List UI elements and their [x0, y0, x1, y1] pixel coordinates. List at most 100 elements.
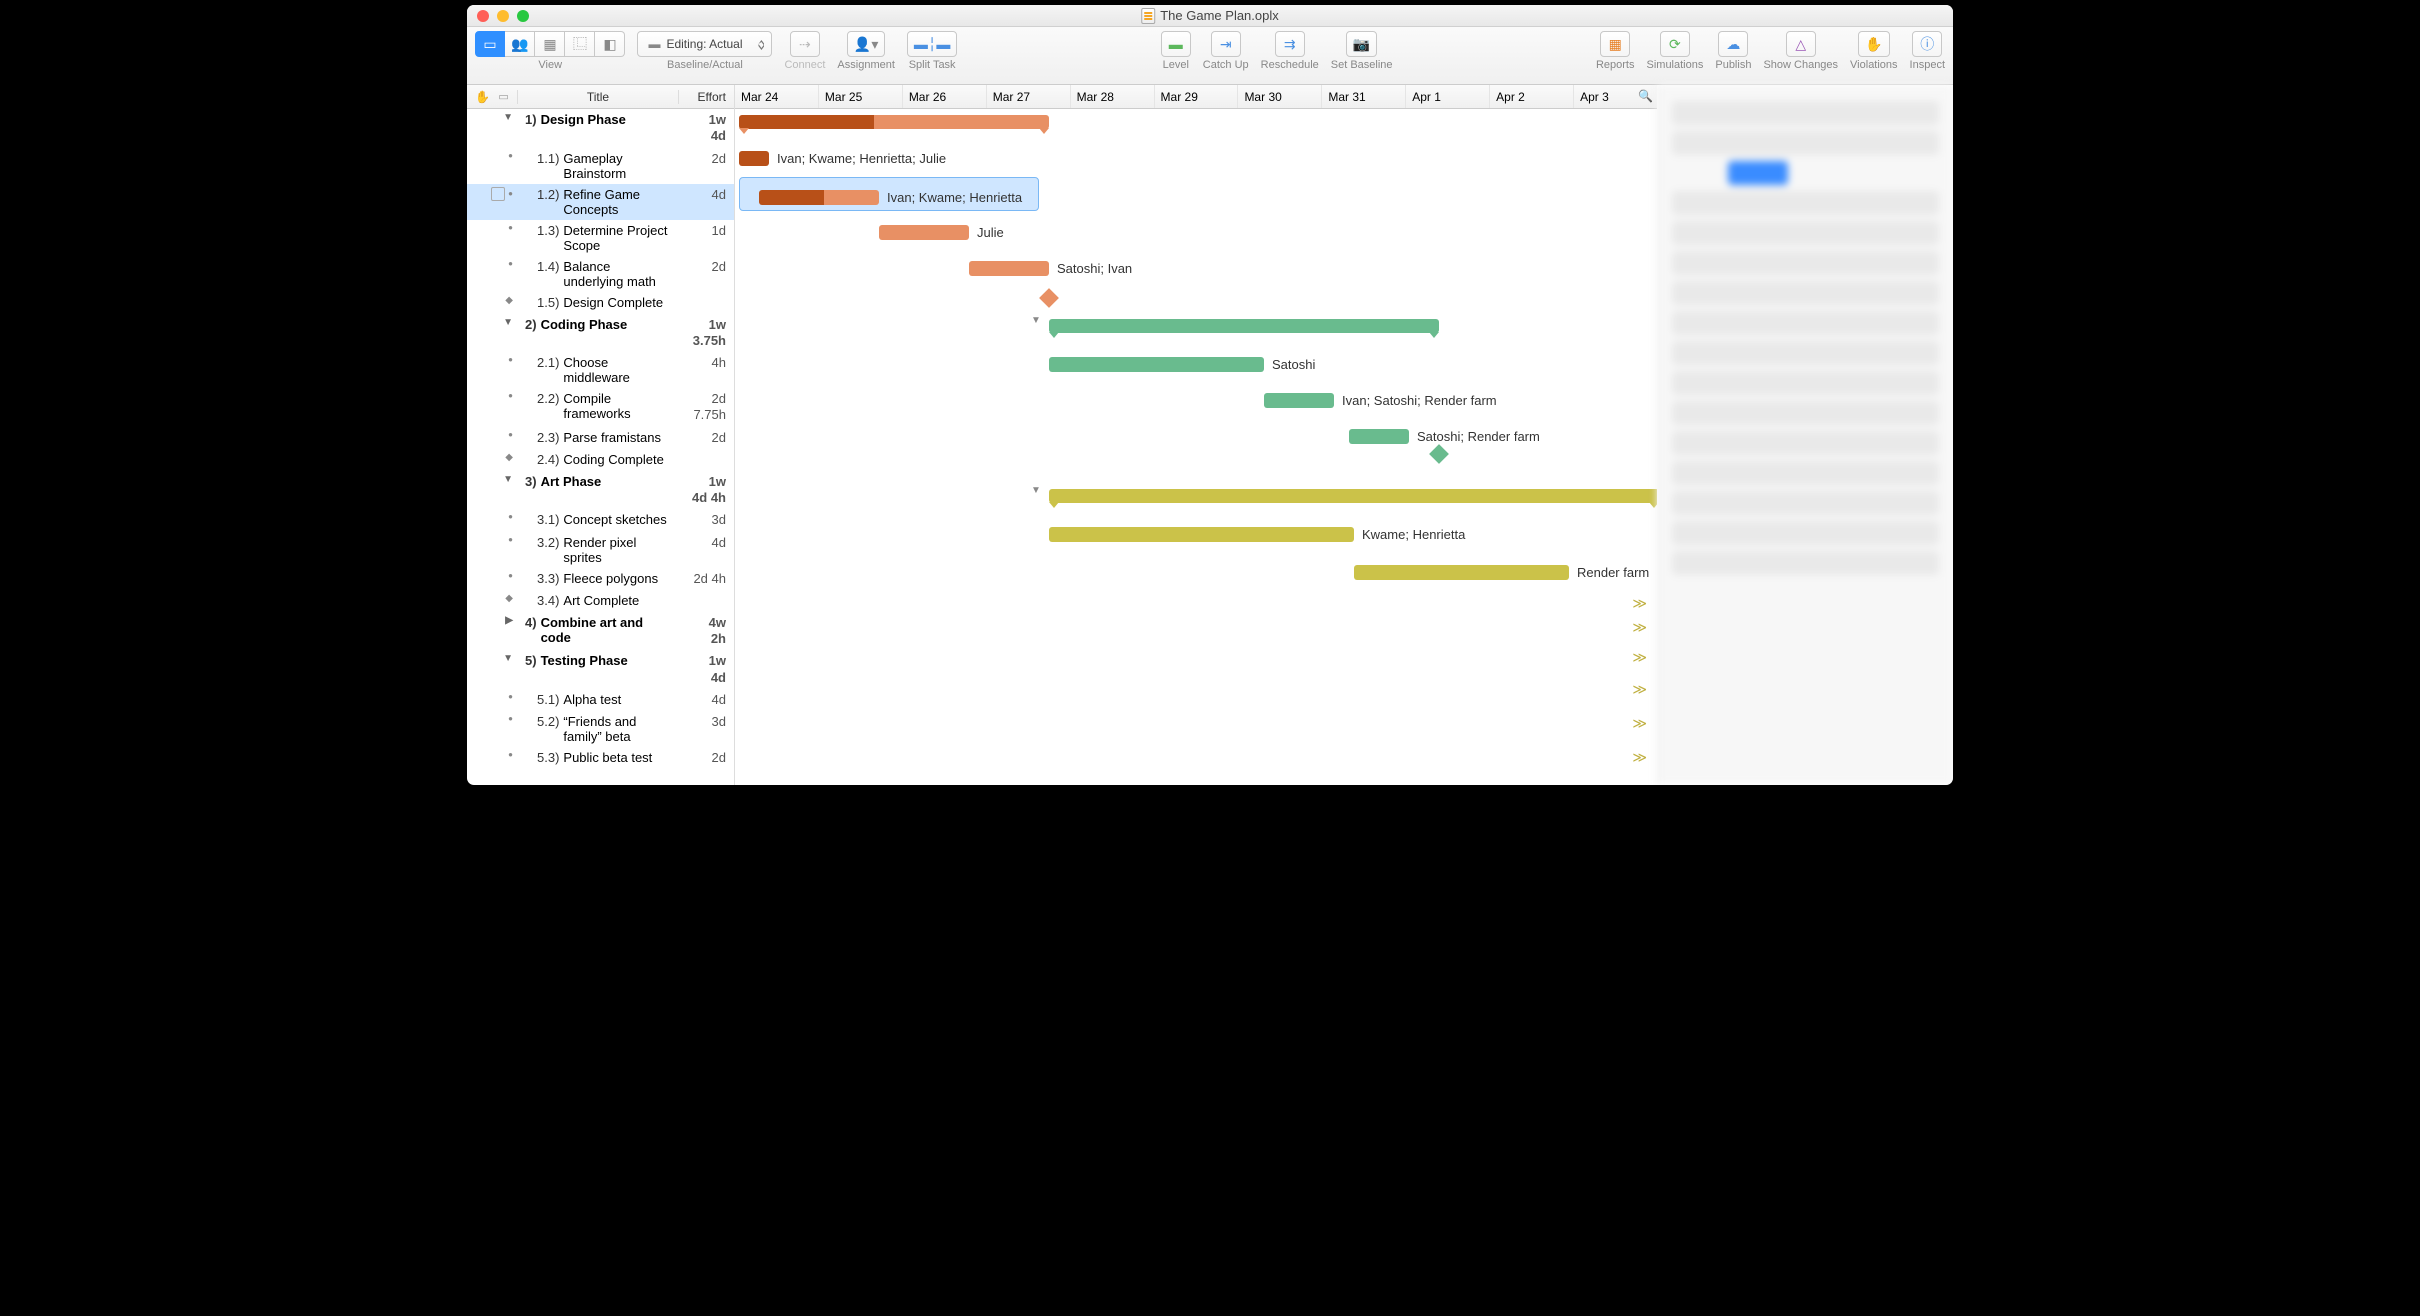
gantt-bar[interactable]: Render farm: [1354, 565, 1569, 580]
group-caret-icon: ▼: [1031, 315, 1041, 326]
offscreen-icon[interactable]: ≫: [1632, 681, 1647, 698]
offscreen-icon[interactable]: ≫: [1632, 715, 1647, 732]
connect-button[interactable]: ⇢: [790, 31, 820, 57]
outline-row[interactable]: ▼1)Design Phase1w 4d: [467, 109, 734, 148]
date-col[interactable]: Apr 2: [1490, 85, 1574, 108]
outline-row[interactable]: ●2.2)Compile frameworks2d 7.75h: [467, 388, 734, 427]
gantt-bar[interactable]: Satoshi; Ivan: [969, 261, 1049, 276]
disclosure-icon[interactable]: ▶: [505, 615, 513, 626]
outline-row[interactable]: ●5.2)“Friends and family” beta3d: [467, 711, 734, 747]
date-col[interactable]: Apr 1: [1406, 85, 1490, 108]
outline-row[interactable]: ●1.4)Balance underlying math2d: [467, 256, 734, 292]
disclosure-icon[interactable]: ▼: [503, 653, 513, 664]
offscreen-icon[interactable]: ≫: [1632, 595, 1647, 612]
gantt-bar[interactable]: Ivan; Kwame; Henrietta: [759, 190, 879, 205]
outline-pane[interactable]: ✋ ▭ Title Effort ▼1)Design Phase1w 4d●1.…: [467, 85, 735, 785]
view-styles-button[interactable]: ◧: [595, 31, 625, 57]
gantt-bar[interactable]: Satoshi: [1049, 357, 1264, 372]
date-col[interactable]: Mar 30: [1238, 85, 1322, 108]
outline-row[interactable]: ●3.2)Render pixel sprites4d: [467, 532, 734, 568]
outline-row[interactable]: ◆1.5)Design Complete: [467, 292, 734, 314]
simulations-button[interactable]: ⟳: [1660, 31, 1690, 57]
milestone-diamond[interactable]: [1429, 444, 1449, 464]
toolbar-connect-group: ⇢ Connect: [784, 31, 825, 71]
close-icon[interactable]: [477, 10, 489, 22]
date-col[interactable]: Mar 28: [1071, 85, 1155, 108]
baseline-dropdown[interactable]: ▬ Editing: Actual: [637, 31, 772, 57]
catchup-button[interactable]: ⇥: [1211, 31, 1241, 57]
date-col[interactable]: Mar 27: [987, 85, 1071, 108]
view-gantt-button[interactable]: ▭: [475, 31, 505, 57]
outline-row[interactable]: ◆3.4)Art Complete: [467, 590, 734, 612]
outline-row[interactable]: ●3.3)Fleece polygons2d 4h: [467, 568, 734, 590]
violations-button[interactable]: ✋: [1858, 31, 1889, 57]
gantt-bar[interactable]: [1049, 489, 1657, 503]
outline-row[interactable]: ●1.1)Gameplay Brainstorm2d: [467, 148, 734, 184]
outline-row[interactable]: ▶4)Combine art and code4w 2h: [467, 612, 734, 651]
gantt-bar[interactable]: Satoshi; Render farm: [1349, 429, 1409, 444]
outline-row[interactable]: ●2.3)Parse framistans2d: [467, 427, 734, 449]
disclosure-icon[interactable]: ▼: [503, 474, 513, 485]
disclosure-icon[interactable]: ▼: [503, 112, 513, 123]
offscreen-icon[interactable]: ≫: [1632, 619, 1647, 636]
view-network-button[interactable]: ⿺: [565, 31, 595, 57]
disclosure-icon[interactable]: ▼: [503, 317, 513, 328]
outline-row[interactable]: ▼2)Coding Phase1w 3.75h: [467, 314, 734, 353]
title-column-header[interactable]: Title: [517, 90, 679, 104]
reports-button[interactable]: ▦: [1600, 31, 1630, 57]
magnifier-icon[interactable]: 🔍: [1638, 89, 1653, 103]
outline-row[interactable]: ●1.3)Determine Project Scope1d: [467, 220, 734, 256]
outline-row[interactable]: ▼5)Testing Phase1w 4d: [467, 650, 734, 689]
effort-column-header[interactable]: Effort: [679, 90, 734, 104]
gantt-header: Mar 24 Mar 25 Mar 26 Mar 27 Mar 28 Mar 2…: [735, 85, 1657, 109]
showchanges-button[interactable]: △: [1786, 31, 1816, 57]
split-button[interactable]: ▬╎▬: [907, 31, 957, 57]
offscreen-icon[interactable]: ≫: [1632, 749, 1647, 766]
window-title-text: The Game Plan.oplx: [1160, 8, 1279, 23]
row-number: 1.4): [537, 259, 559, 289]
publish-button[interactable]: ☁︎: [1718, 31, 1748, 57]
date-col[interactable]: Mar 29: [1155, 85, 1239, 108]
date-col[interactable]: Mar 31: [1322, 85, 1406, 108]
row-title: Render pixel sprites: [563, 535, 673, 565]
outline-row[interactable]: ▼3)Art Phase1w 4d 4h: [467, 471, 734, 510]
gantt-bar[interactable]: Ivan; Satoshi; Render farm: [1264, 393, 1334, 408]
bar-label: Satoshi; Ivan: [1057, 261, 1132, 276]
date-col[interactable]: Mar 25: [819, 85, 903, 108]
publish-label: Publish: [1715, 59, 1751, 71]
offscreen-icon[interactable]: ≫: [1632, 649, 1647, 666]
inspect-button[interactable]: ⓘ: [1912, 31, 1942, 57]
date-col[interactable]: Apr 3🔍: [1574, 85, 1657, 108]
outline-row[interactable]: ●5.3)Public beta test2d: [467, 747, 734, 769]
assignment-button[interactable]: 👤▾: [847, 31, 885, 57]
outline-row[interactable]: ●3.1)Concept sketches3d: [467, 509, 734, 531]
bar-label: Satoshi; Render farm: [1417, 429, 1540, 444]
row-number: 1.5): [537, 295, 559, 310]
outline-row[interactable]: ●5.1)Alpha test4d: [467, 689, 734, 711]
outline-row[interactable]: ●1.2)Refine Game Concepts4d: [467, 184, 734, 220]
gantt-pane[interactable]: Mar 24 Mar 25 Mar 26 Mar 27 Mar 28 Mar 2…: [735, 85, 1657, 785]
date-col[interactable]: Mar 24: [735, 85, 819, 108]
milestone-diamond[interactable]: [1039, 288, 1059, 308]
gantt-bar[interactable]: Julie: [879, 225, 969, 240]
setbaseline-button[interactable]: 📷: [1346, 31, 1377, 57]
zoom-icon[interactable]: [517, 10, 529, 22]
note-icon[interactable]: [491, 187, 505, 201]
inspector-pane[interactable]: [1657, 85, 1953, 785]
gantt-bar[interactable]: Kwame; Henrietta: [1049, 527, 1354, 542]
gantt-bar[interactable]: [739, 115, 1049, 129]
view-calendar-button[interactable]: ▦: [535, 31, 565, 57]
view-resources-button[interactable]: 👥: [505, 31, 535, 57]
outline-row[interactable]: ●2.1)Choose middleware4h: [467, 352, 734, 388]
gantt-bar[interactable]: [1049, 319, 1439, 333]
date-col[interactable]: Mar 26: [903, 85, 987, 108]
bullet-icon: ●: [508, 391, 513, 400]
hand-icon[interactable]: ✋: [475, 90, 490, 104]
level-button[interactable]: ▬: [1161, 31, 1191, 57]
row-number: 3): [525, 474, 537, 489]
gantt-bar[interactable]: Ivan; Kwame; Henrietta; Julie: [739, 151, 769, 166]
reschedule-button[interactable]: ⇉: [1275, 31, 1305, 57]
outline-row[interactable]: ◆2.4)Coding Complete: [467, 449, 734, 471]
note-column-icon[interactable]: ▭: [498, 90, 508, 104]
minimize-icon[interactable]: [497, 10, 509, 22]
